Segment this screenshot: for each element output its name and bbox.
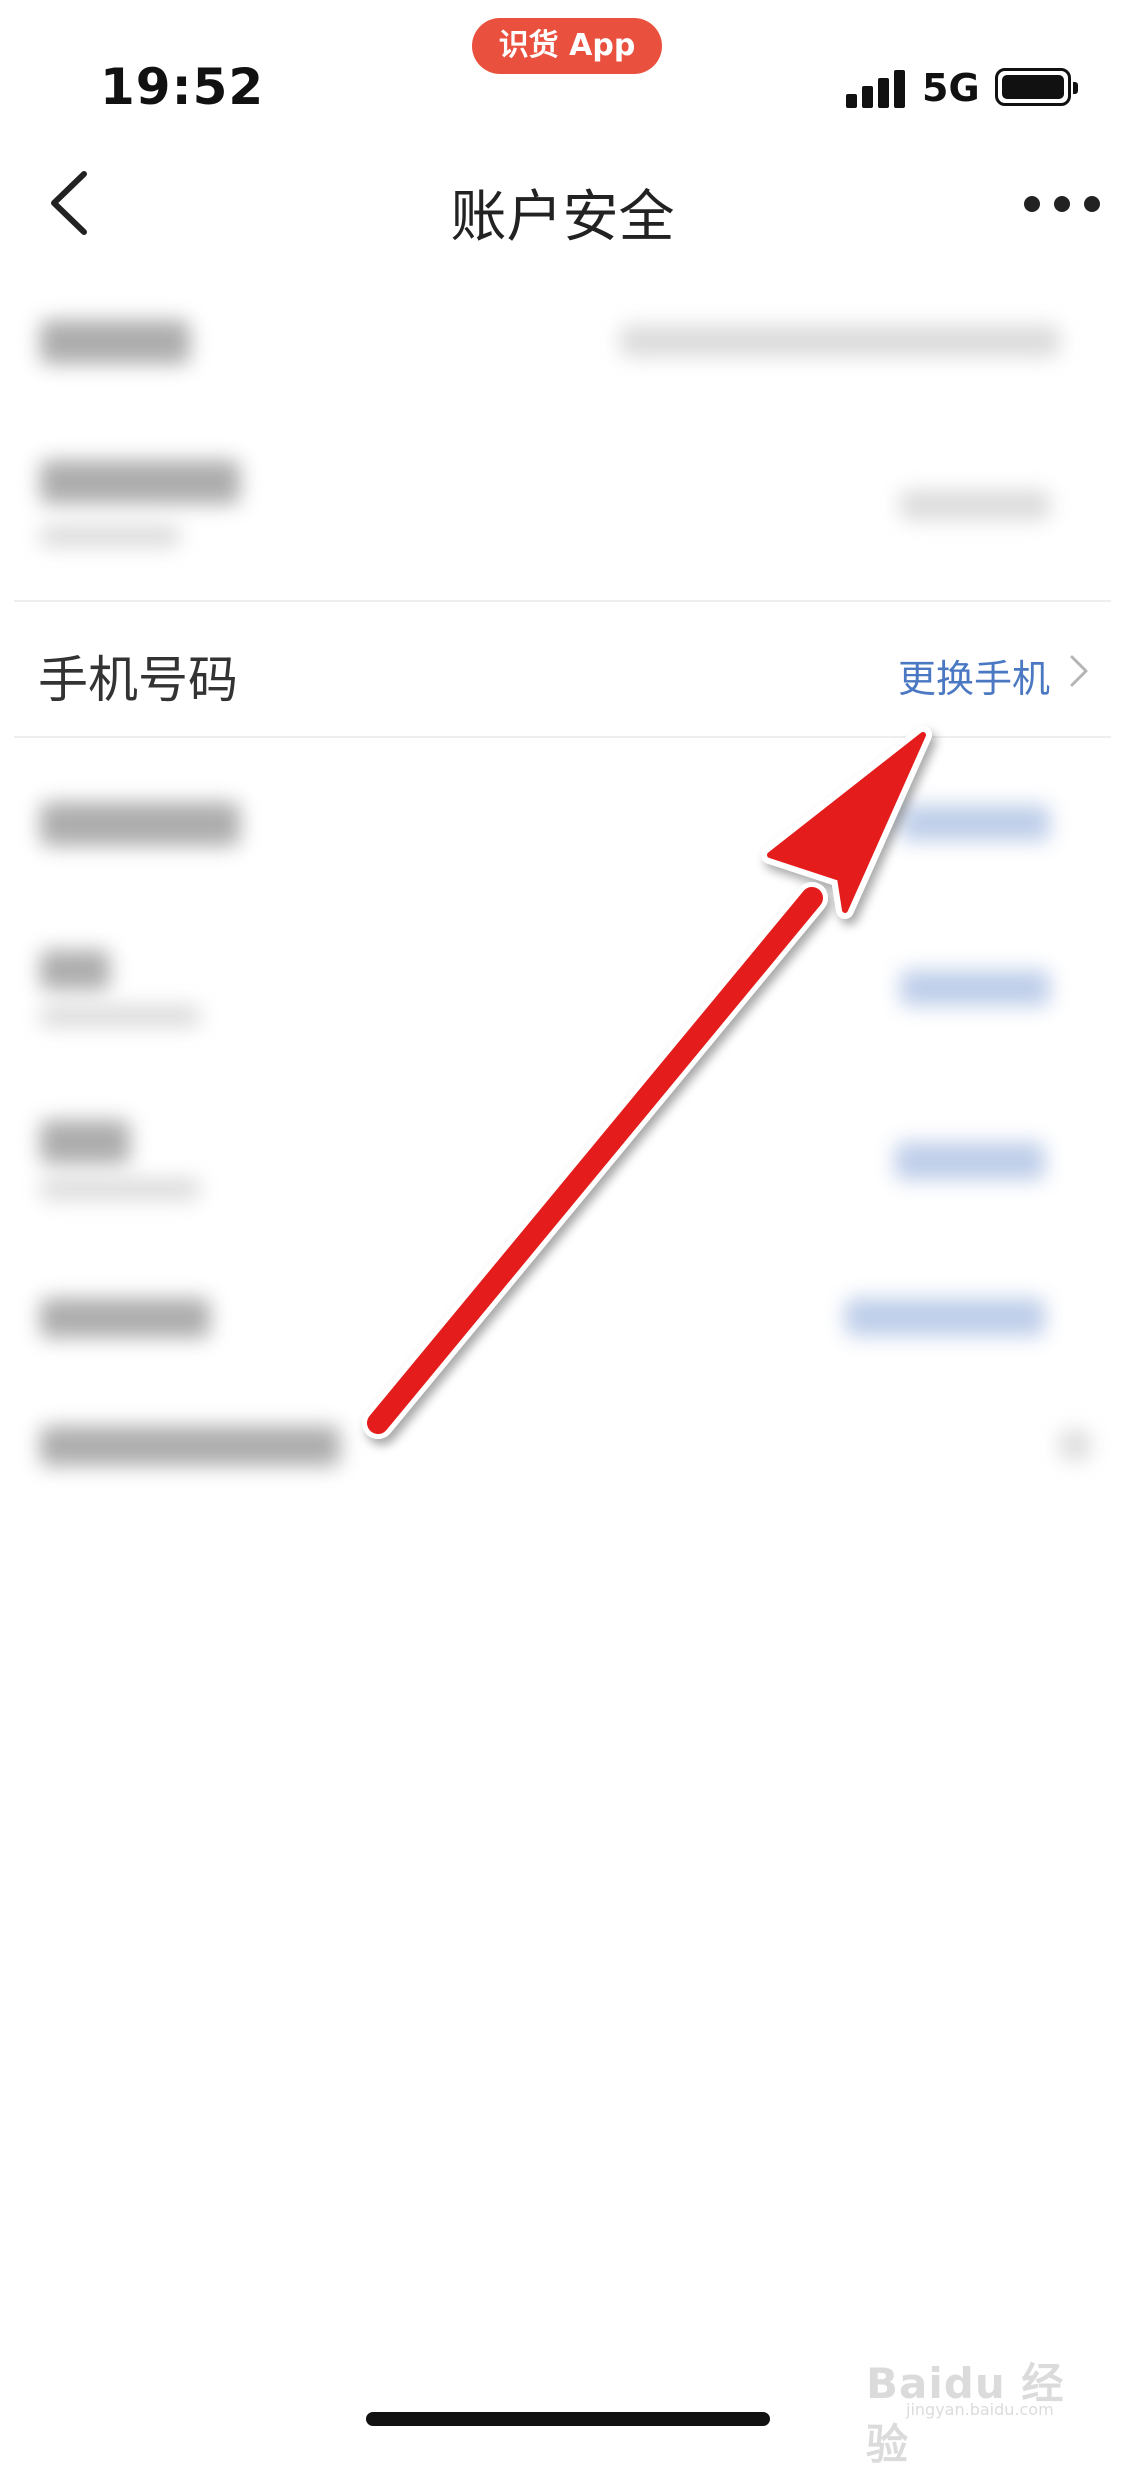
network-label: 5G [922, 66, 980, 110]
blurred-row[interactable] [0, 1390, 1125, 1530]
status-bar: 19:52 识货 App 5G [0, 0, 1125, 140]
blurred-row[interactable] [0, 1080, 1125, 1250]
blurred-row[interactable] [0, 740, 1125, 910]
page-title: 账户安全 [450, 185, 675, 250]
divider [14, 736, 1111, 738]
phone-number-label: 手机号码 [38, 651, 238, 709]
signal-icon [846, 68, 906, 108]
phone-number-row[interactable]: 手机号码 更换手机 [0, 600, 1125, 736]
change-phone-link[interactable]: 更换手机 [898, 648, 1050, 703]
blurred-row[interactable] [0, 910, 1125, 1080]
home-indicator[interactable] [366, 2412, 770, 2426]
watermark-url: jingyan.baidu.com [906, 2400, 1054, 2419]
chevron-right-icon [1070, 655, 1088, 687]
more-horizontal-icon[interactable] [1024, 196, 1104, 216]
blurred-row[interactable] [0, 270, 1125, 420]
blurred-row[interactable] [0, 1250, 1125, 1390]
nav-bar: 账户安全 [0, 140, 1125, 270]
blurred-row[interactable] [0, 420, 1125, 600]
baidu-watermark: Baidu 经验 jingyan.baidu.com [866, 2340, 1086, 2469]
battery-icon [995, 68, 1078, 106]
status-time: 19:52 [100, 58, 265, 116]
source-app-pill[interactable]: 识货 App [472, 18, 662, 74]
